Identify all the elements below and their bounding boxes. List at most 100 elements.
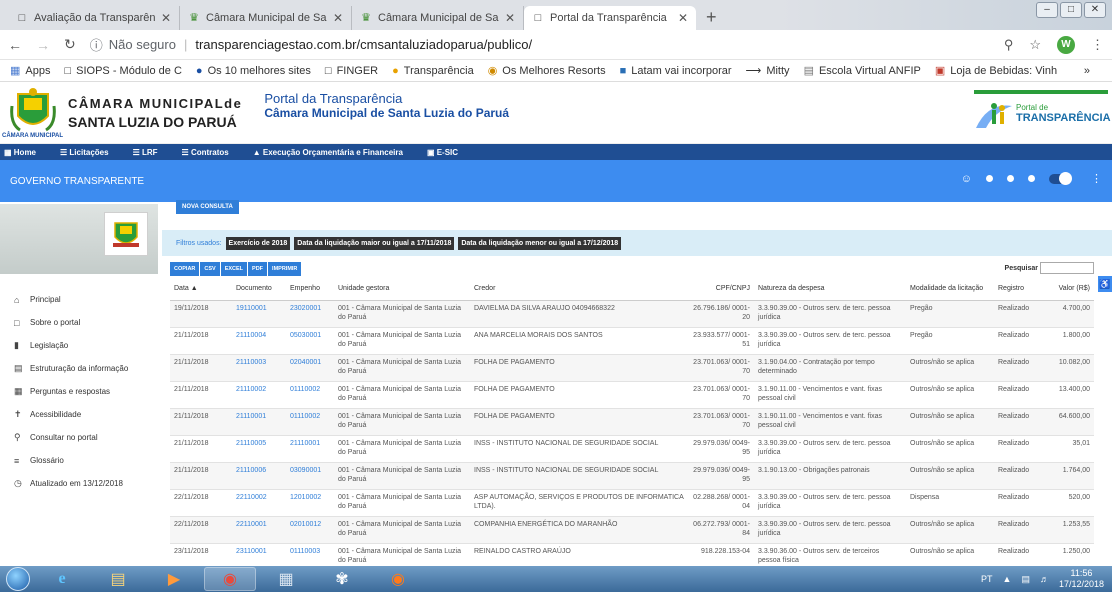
cell-documento[interactable]: 22110001 — [232, 516, 286, 544]
bookmark-item[interactable]: ▤ Escola Virtual ANFIP — [804, 64, 921, 78]
network-icon[interactable]: ▤ — [1021, 574, 1030, 585]
font-increase-icon[interactable] — [1007, 175, 1014, 182]
paint-icon[interactable]: ✾ — [316, 567, 368, 591]
cell-documento[interactable]: 21110002 — [232, 381, 286, 409]
filter-chip[interactable]: Data da liquidação menor ou igual a 17/1… — [458, 236, 622, 250]
bookmark-item[interactable]: ⟶ Mitty — [746, 64, 790, 78]
table-row[interactable]: 22/11/2018 22110001 02010012 001 - Câmara M… — [170, 516, 1094, 544]
close-tab-icon[interactable]: ✕ — [333, 11, 343, 25]
url-text[interactable]: transparenciagestao.com.br/cmsantaluziad… — [195, 37, 532, 52]
media-player-icon[interactable]: ▶ — [148, 567, 200, 591]
column-header-registro[interactable]: Registro — [994, 278, 1044, 301]
zoom-icon[interactable]: ⚲ — [1004, 37, 1014, 53]
language-indicator[interactable]: PT — [981, 574, 993, 584]
avatar[interactable]: W — [1057, 35, 1075, 54]
table-row[interactable]: 23/11/2018 23110001 01110003 001 - Câmara M… — [170, 543, 1094, 566]
cell-empenho[interactable]: 23020001 — [286, 300, 334, 328]
sidebar-item-principal[interactable]: ⌂ Principal — [0, 288, 158, 311]
close-tab-icon[interactable]: ✕ — [678, 11, 688, 25]
transparency-brand-logo[interactable]: Portal de TRANSPARÊNCIA — [974, 90, 1111, 132]
close-window-icon[interactable]: ✕ — [1084, 2, 1106, 18]
table-row[interactable]: 21/11/2018 21110006 03090001 001 - Câmara M… — [170, 462, 1094, 490]
cell-empenho[interactable]: 05030001 — [286, 327, 334, 355]
cell-documento[interactable]: 23110001 — [232, 543, 286, 566]
sidebar-item-glossario[interactable]: ≡ Glossário — [0, 449, 158, 472]
menu-item-execucao[interactable]: ▲ Execução Orçamentária e Financeira — [253, 148, 415, 157]
new-tab-icon[interactable]: + — [706, 6, 717, 30]
pdf-button[interactable]: PDF — [248, 262, 268, 276]
bookmark-item[interactable]: ◉ Os Melhores Resorts — [488, 64, 606, 78]
csv-button[interactable]: CSV — [200, 262, 220, 276]
excel-button[interactable]: EXCEL — [220, 262, 248, 276]
column-header-modalidade[interactable]: Modalidade da licitação — [906, 278, 994, 301]
search-input[interactable] — [1040, 262, 1094, 274]
cell-empenho[interactable]: 03090001 — [286, 462, 334, 490]
cell-documento[interactable]: 21110006 — [232, 462, 286, 490]
table-row[interactable]: 22/11/2018 22110002 12010002 001 - Câmara M… — [170, 489, 1094, 517]
browser-tab[interactable]: □ Avaliação da Transparência dos M ✕ — [8, 6, 180, 30]
calculator-icon[interactable]: ▦ — [260, 567, 312, 591]
chrome-icon[interactable]: ◉ — [204, 567, 256, 591]
cell-documento[interactable]: 21110004 — [232, 327, 286, 355]
sidebar-item-legislacao[interactable]: ▮ Legislação — [0, 334, 158, 357]
bookmark-item[interactable]: ▣ Loja de Bebidas: Vinh — [935, 64, 1057, 78]
bookmark-item[interactable]: □ FINGER — [325, 65, 378, 77]
cell-empenho[interactable]: 02040001 — [286, 354, 334, 382]
internet-explorer-icon[interactable]: e — [36, 567, 88, 591]
menu-icon[interactable]: ⋮ — [1091, 37, 1104, 53]
reload-icon[interactable]: ↻ — [64, 36, 76, 53]
browser-tab-active[interactable]: □ Portal da Transparência ✕ — [524, 6, 696, 30]
sidebar-item-estruturacao[interactable]: ▤ Estruturação da informação — [0, 357, 158, 380]
start-button[interactable] — [0, 566, 36, 592]
filter-chip[interactable]: Data da liquidação maior ou igual a 17/1… — [294, 236, 455, 250]
column-header-cpf-cnpj[interactable]: CPF/CNPJ — [688, 278, 754, 301]
bookmark-item[interactable]: □ SIOPS - Módulo de C — [64, 65, 181, 77]
theme-toggle[interactable] — [1049, 171, 1072, 185]
file-explorer-icon[interactable]: ▤ — [92, 567, 144, 591]
cell-empenho[interactable]: 01110002 — [286, 381, 334, 409]
print-button[interactable]: IMPRIMIR — [268, 262, 302, 276]
menu-item-licitacoes[interactable]: ☰ Licitações — [60, 148, 121, 157]
nova-consulta-button[interactable]: NOVA CONSULTA — [176, 200, 239, 214]
browser-tab[interactable]: ♛ Câmara Municipal de Santa Luzia ✕ — [180, 6, 352, 30]
cell-empenho[interactable]: 21110001 — [286, 435, 334, 463]
cell-documento[interactable]: 21110001 — [232, 408, 286, 436]
bookmark-item[interactable]: ▦ Apps — [10, 64, 50, 78]
accessibility-side-button[interactable]: ♿ — [1098, 276, 1112, 292]
sidebar-item-consultar[interactable]: ⚲ Consultar no portal — [0, 426, 158, 449]
copy-button[interactable]: COPIAR — [170, 262, 200, 276]
contrast-icon[interactable] — [986, 175, 993, 182]
show-hidden-icons-icon[interactable]: ▲ — [1003, 574, 1012, 584]
more-options-icon[interactable]: ⋮ — [1091, 172, 1102, 185]
column-header-data[interactable]: Data ▲ — [170, 278, 232, 301]
table-row[interactable]: 21/11/2018 21110004 05030001 001 - Câmara M… — [170, 327, 1094, 355]
forward-icon[interactable]: → — [36, 37, 50, 53]
column-header-documento[interactable]: Documento — [232, 278, 286, 301]
column-header-empenho[interactable]: Empenho — [286, 278, 334, 301]
star-icon[interactable]: ☆ — [1029, 37, 1041, 53]
info-icon[interactable]: ⓘ — [90, 35, 103, 54]
font-decrease-icon[interactable] — [1028, 175, 1035, 182]
bookmark-item[interactable]: ● Transparência — [392, 65, 474, 77]
filter-chip[interactable]: Exercício de 2018 — [225, 236, 291, 250]
clock[interactable]: 11:56 17/12/2018 — [1059, 568, 1104, 590]
cell-documento[interactable]: 19110001 — [232, 300, 286, 328]
sidebar-item-sobre[interactable]: □ Sobre o portal — [0, 311, 158, 334]
bookmarks-overflow-icon[interactable]: » — [1084, 65, 1090, 77]
column-header-valor[interactable]: Valor (R$) — [1044, 278, 1094, 301]
cell-empenho[interactable]: 02010012 — [286, 516, 334, 544]
cell-empenho[interactable]: 01110003 — [286, 543, 334, 566]
menu-item-lrf[interactable]: ☰ LRF — [133, 148, 170, 157]
volume-icon[interactable]: ♬ — [1040, 574, 1049, 584]
sidebar-item-acessibilidade[interactable]: ✝ Acessibilidade — [0, 403, 158, 426]
firefox-icon[interactable]: ◉ — [372, 567, 424, 591]
back-icon[interactable]: ← — [8, 37, 22, 53]
column-header-credor[interactable]: Credor — [470, 278, 688, 301]
menu-item-home[interactable]: ▦ Home — [4, 148, 48, 157]
cell-documento[interactable]: 22110002 — [232, 489, 286, 517]
table-row[interactable]: 19/11/2018 19110001 23020001 001 - Câmara M… — [170, 300, 1094, 328]
maximize-icon[interactable]: □ — [1060, 2, 1082, 18]
table-row[interactable]: 21/11/2018 21110003 02040001 001 - Câmara M… — [170, 354, 1094, 382]
browser-tab[interactable]: ♛ Câmara Municipal de Santa Luzia ✕ — [352, 6, 524, 30]
close-tab-icon[interactable]: ✕ — [505, 11, 515, 25]
